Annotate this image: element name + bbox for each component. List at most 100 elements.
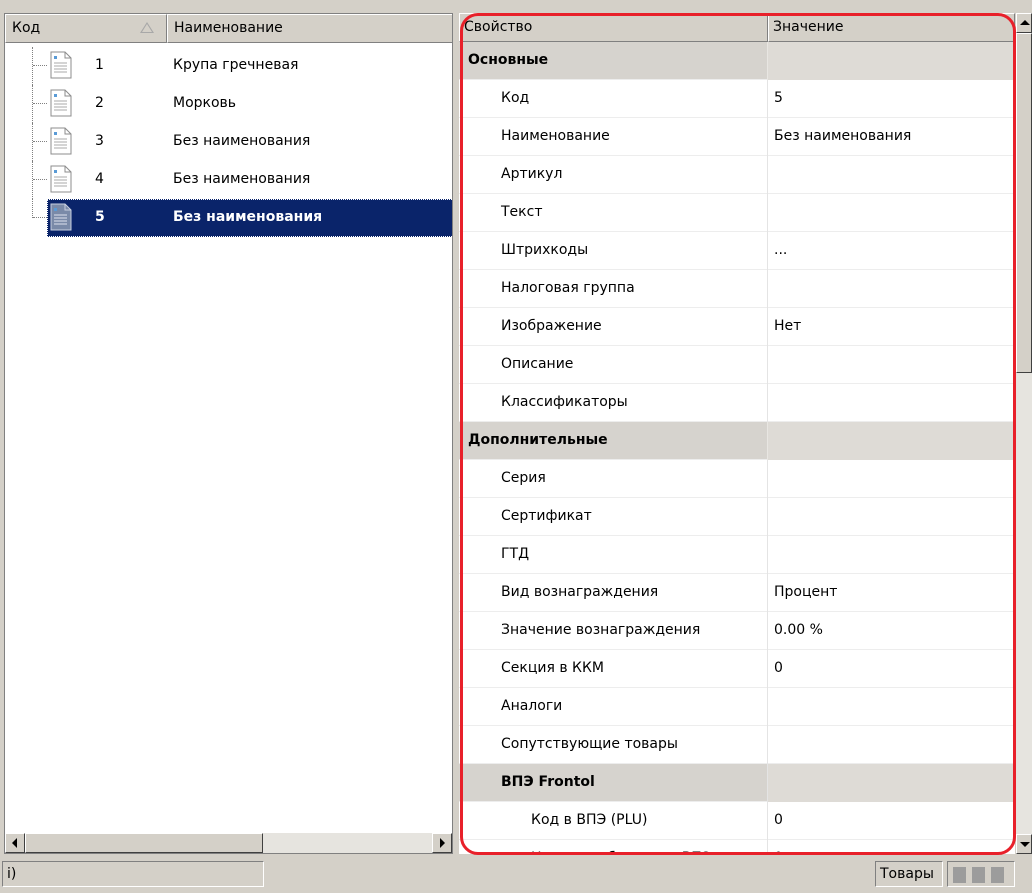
property-value[interactable]: 0: [768, 650, 1015, 688]
vertical-scroll-thumb[interactable]: [1016, 33, 1032, 373]
property-name: Классификаторы: [459, 384, 768, 422]
scroll-right-button[interactable]: [432, 833, 452, 853]
arrow-left-icon: [12, 838, 17, 848]
property-value[interactable]: [768, 270, 1015, 308]
tree-row-code: 1: [95, 57, 104, 73]
property-value[interactable]: [768, 42, 1015, 80]
column-header-name[interactable]: Наименование: [167, 14, 452, 43]
tree-connector: [33, 217, 47, 218]
property-name: Вид вознаграждения: [459, 574, 768, 612]
sort-ascending-icon: [140, 22, 154, 33]
property-row[interactable]: Описание: [459, 346, 1015, 384]
horizontal-scroll-thumb[interactable]: [25, 833, 263, 853]
tree-row[interactable]: 4 Без наименования: [5, 161, 452, 199]
property-value[interactable]: Процент: [768, 574, 1015, 612]
column-header-property[interactable]: Свойство: [459, 13, 768, 42]
column-header-value[interactable]: Значение: [768, 13, 1015, 42]
property-name: Описание: [459, 346, 768, 384]
property-row[interactable]: Классификаторы: [459, 384, 1015, 422]
tree-connector: [32, 123, 33, 161]
tree-connector: [33, 179, 47, 180]
property-name: Аналоги: [459, 688, 768, 726]
scroll-down-button[interactable]: [1016, 834, 1032, 854]
property-row[interactable]: Изображение Нет: [459, 308, 1015, 346]
property-subcategory[interactable]: ВПЭ Frontol: [459, 764, 1015, 802]
tree-list-pane[interactable]: Код Наименование 1 Крупа гречневая 2 Морков…: [4, 13, 453, 854]
tree-row[interactable]: 2 Морковь: [5, 85, 452, 123]
property-name: Сопутствующие товары: [459, 726, 768, 764]
property-name: Основные: [459, 42, 768, 80]
tree-row[interactable]: 1 Крупа гречневая: [5, 47, 452, 85]
property-row[interactable]: Вид вознаграждения Процент: [459, 574, 1015, 612]
property-value[interactable]: 0: [768, 802, 1015, 840]
tree-row[interactable]: 5 Без наименования: [5, 199, 452, 237]
property-value[interactable]: [768, 498, 1015, 536]
property-row[interactable]: Наименование Без наименования: [459, 118, 1015, 156]
property-name: ВПЭ Frontol: [459, 764, 768, 802]
tree-row-name: Без наименования: [173, 209, 323, 225]
property-value[interactable]: [768, 726, 1015, 764]
property-value[interactable]: [768, 346, 1015, 384]
property-row[interactable]: Артикул: [459, 156, 1015, 194]
property-name: Наименование: [459, 118, 768, 156]
property-name: Значение вознаграждения: [459, 612, 768, 650]
tree-row-code: 2: [95, 95, 104, 111]
column-header-property-label: Свойство: [464, 19, 533, 35]
property-value[interactable]: [768, 194, 1015, 232]
document-icon: [50, 165, 72, 193]
tree-connector: [33, 65, 47, 66]
property-value[interactable]: [768, 536, 1015, 574]
document-icon: [50, 127, 72, 155]
property-row[interactable]: Сопутствующие товары: [459, 726, 1015, 764]
vertical-scrollbar[interactable]: [1016, 13, 1032, 854]
property-row[interactable]: ГТД: [459, 536, 1015, 574]
property-row[interactable]: Штрихкоды...: [459, 232, 1015, 270]
tree-connector: [32, 161, 33, 199]
property-name: Секция в ККМ: [459, 650, 768, 688]
arrow-right-icon: [440, 838, 445, 848]
property-category[interactable]: Основные: [459, 42, 1015, 80]
property-value[interactable]: ...: [768, 232, 1015, 270]
tree-row-code: 3: [95, 133, 104, 149]
property-value[interactable]: 0.00 %: [768, 612, 1015, 650]
property-row[interactable]: Налоговая группа: [459, 270, 1015, 308]
property-row[interactable]: Серия: [459, 460, 1015, 498]
property-row[interactable]: Секция в ККМ 0: [459, 650, 1015, 688]
property-value[interactable]: [768, 422, 1015, 460]
column-header-code[interactable]: Код: [5, 14, 167, 43]
scroll-up-button[interactable]: [1016, 13, 1032, 33]
arrow-up-icon: [1020, 20, 1030, 25]
property-value[interactable]: [768, 384, 1015, 422]
property-grid[interactable]: Свойство Значение Основные Код 5 Наименован…: [459, 13, 1015, 854]
property-value[interactable]: [768, 460, 1015, 498]
property-name: Серия: [459, 460, 768, 498]
scroll-left-button[interactable]: [5, 833, 25, 853]
property-row[interactable]: Аналоги: [459, 688, 1015, 726]
property-row[interactable]: Номер сообщения в ВПЭ0: [459, 840, 1015, 854]
property-category[interactable]: Дополнительные: [459, 422, 1015, 460]
property-value[interactable]: [768, 688, 1015, 726]
tree-row-code: 4: [95, 171, 104, 187]
property-row[interactable]: Текст: [459, 194, 1015, 232]
tree-list-header: Код Наименование: [5, 14, 452, 43]
progress-segment: [972, 867, 985, 883]
property-value[interactable]: 5: [768, 80, 1015, 118]
property-name: Код: [459, 80, 768, 118]
tree-row-name: Без наименования: [173, 171, 311, 187]
horizontal-scrollbar[interactable]: [5, 833, 452, 853]
progress-segment: [953, 867, 966, 883]
property-row[interactable]: Код 5: [459, 80, 1015, 118]
property-name: Текст: [459, 194, 768, 232]
property-value[interactable]: 0: [768, 840, 1015, 854]
property-value[interactable]: Без наименования: [768, 118, 1015, 156]
property-value[interactable]: [768, 156, 1015, 194]
tree-row[interactable]: 3 Без наименования: [5, 123, 452, 161]
property-value[interactable]: [768, 764, 1015, 802]
property-value[interactable]: Нет: [768, 308, 1015, 346]
property-name: Сертификат: [459, 498, 768, 536]
property-row[interactable]: Сертификат: [459, 498, 1015, 536]
progress-segment: [991, 867, 1004, 883]
property-row[interactable]: Код в ВПЭ (PLU) 0: [459, 802, 1015, 840]
property-row[interactable]: Значение вознаграждения 0.00 %: [459, 612, 1015, 650]
column-header-value-label: Значение: [773, 19, 844, 35]
